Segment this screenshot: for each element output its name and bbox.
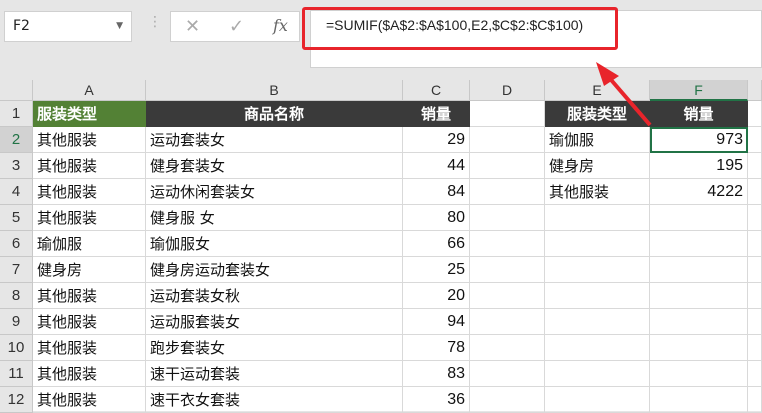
red-arrow-icon [596,62,652,127]
